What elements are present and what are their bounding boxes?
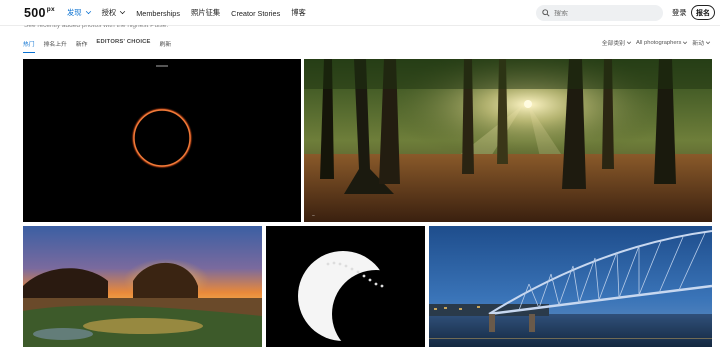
main-nav: 发现 授权 Memberships 照片征集 Creator Stories 博…	[67, 8, 306, 18]
photographer-dropdown[interactable]: All photographers	[636, 38, 688, 47]
search-icon	[542, 9, 550, 17]
logo[interactable]: 500px	[24, 6, 55, 20]
tab-editors-choice[interactable]: EDITORS' CHOICE	[96, 39, 150, 48]
chevron-down-icon	[683, 39, 688, 44]
tab-refresh[interactable]: 刷新	[160, 39, 172, 48]
chevron-down-icon	[120, 8, 126, 15]
nav-blog[interactable]: 博客	[291, 8, 306, 18]
nav-memberships[interactable]: Memberships	[136, 8, 180, 18]
bridge-dusk-photo[interactable]	[429, 226, 712, 347]
chevron-down-icon	[705, 39, 711, 44]
nav-discover[interactable]: 发现	[67, 8, 91, 18]
nav-licensing[interactable]: 授权	[102, 8, 126, 18]
login-link[interactable]: 登录	[672, 8, 687, 18]
svg-text:~: ~	[312, 214, 315, 219]
bridge-image	[429, 226, 712, 347]
search-input[interactable]	[554, 9, 654, 17]
nav-creator-stories[interactable]: Creator Stories	[231, 8, 280, 18]
tab-upcoming[interactable]: 排名上升	[44, 39, 67, 48]
filter-bar: 热门 排名上升 新作 EDITORS' CHOICE 刷新 全部类别 All p…	[0, 33, 720, 53]
solar-eclipse-sequence-photo[interactable]	[266, 226, 425, 347]
tab-popular[interactable]: 热门	[23, 39, 35, 53]
category-dropdown[interactable]: 全部类别	[602, 38, 632, 47]
coastal-sunset-photo[interactable]	[23, 226, 262, 347]
eclipse-ring-image	[23, 59, 301, 222]
signup-button[interactable]: 报名	[691, 5, 715, 20]
eclipse-ring-photo[interactable]	[23, 59, 301, 222]
tab-fresh[interactable]: 新作	[76, 39, 88, 48]
nav-quests[interactable]: 照片征集	[191, 8, 220, 18]
search-box[interactable]	[536, 5, 663, 21]
chevron-down-icon	[626, 39, 632, 44]
top-header: 500px 发现 授权 Memberships 照片征集 Creator Sto…	[0, 0, 720, 26]
forest-image: ~	[304, 59, 712, 222]
chevron-down-icon	[85, 8, 91, 15]
feed-tabs: 热门 排名上升 新作 EDITORS' CHOICE 刷新	[23, 39, 172, 53]
sort-dropdown[interactable]: 新动	[692, 38, 711, 47]
coastal-sunset-image	[23, 226, 262, 347]
eclipse-sequence-image	[266, 226, 425, 347]
filter-dropdowns: 全部类别 All photographers 新动	[602, 38, 711, 47]
forest-sunrays-photo[interactable]: ~	[304, 59, 712, 222]
